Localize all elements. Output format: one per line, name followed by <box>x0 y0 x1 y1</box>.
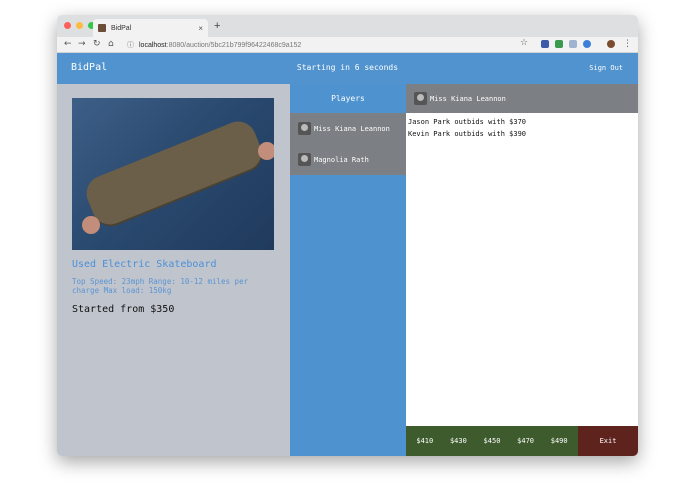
bid-button-410[interactable]: $410 <box>416 437 433 445</box>
bid-button-470[interactable]: $470 <box>517 437 534 445</box>
extension-icon[interactable] <box>555 40 563 48</box>
url-host: localhost <box>139 41 167 49</box>
player-item[interactable]: Magnolia Rath <box>290 144 406 175</box>
player-name: Miss Kiana Leannon <box>314 124 390 133</box>
player-item[interactable]: Miss Kiana Leannon <box>290 113 406 144</box>
reload-icon[interactable]: ↻ <box>93 39 101 49</box>
tab-bar: BidPal × + <box>57 15 638 37</box>
skateboard-deck <box>81 116 267 230</box>
player-name: Magnolia Rath <box>314 155 369 164</box>
bid-feed-panel: Miss Kiana Leannon Jason Park outbids wi… <box>406 84 638 456</box>
forward-icon[interactable]: → <box>78 39 86 49</box>
home-icon[interactable]: ⌂ <box>108 39 114 49</box>
extension-icon[interactable] <box>583 40 591 48</box>
menu-icon[interactable]: ⋮ <box>623 39 632 49</box>
tab-close-icon[interactable]: × <box>198 24 203 33</box>
close-window-icon[interactable] <box>64 22 71 29</box>
item-description: Top Speed: 23mph Range: 10-12 miles per … <box>72 277 249 295</box>
extension-icon[interactable] <box>569 40 577 48</box>
back-icon[interactable]: ← <box>64 39 72 49</box>
bid-bar: $410 $430 $450 $470 $490 Exit <box>406 426 638 456</box>
bid-button-490[interactable]: $490 <box>551 437 568 445</box>
address-bar: ← → ↻ ⌂ ⓘ localhost:8080/auction/5bc21b7… <box>57 37 638 53</box>
info-icon: ⓘ <box>127 41 134 49</box>
bid-button-450[interactable]: $450 <box>484 437 501 445</box>
item-starting-price: Started from $350 <box>72 304 175 315</box>
sign-out-link[interactable]: Sign Out <box>589 64 623 72</box>
auction-countdown: Starting in 6 seconds <box>296 63 399 72</box>
bid-message: Kevin Park outbids with $390 <box>408 130 527 138</box>
exit-button[interactable]: Exit <box>578 426 638 456</box>
bid-button-430[interactable]: $430 <box>450 437 467 445</box>
skateboard-wheel <box>82 216 100 234</box>
players-panel: Players Miss Kiana Leannon Magnolia Rath <box>290 84 406 456</box>
url-field[interactable]: ⓘ localhost:8080/auction/5bc21b799f96422… <box>127 39 527 51</box>
skateboard-wheel <box>258 142 274 160</box>
bookmark-star-icon[interactable]: ☆ <box>520 38 528 48</box>
window-controls <box>64 22 95 29</box>
browser-tab[interactable]: BidPal × <box>93 19 208 37</box>
favicon-icon <box>98 24 106 32</box>
avatar <box>298 122 311 135</box>
current-player-header: Miss Kiana Leannon <box>406 84 638 113</box>
app-header: BidPal Starting in 6 seconds Sign Out <box>57 53 638 84</box>
browser-window: BidPal × + ← → ↻ ⌂ ⓘ localhost:8080/auct… <box>57 15 638 456</box>
avatar <box>298 153 311 166</box>
bid-messages: Jason Park outbids with $370 Kevin Park … <box>406 113 638 143</box>
avatar <box>414 92 427 105</box>
url-path: :8080/auction/5bc21b799f96422468c9a152 <box>166 41 302 49</box>
players-heading: Players <box>331 94 365 103</box>
item-panel: Used Electric Skateboard Top Speed: 23mp… <box>57 84 290 456</box>
minimize-window-icon[interactable] <box>76 22 83 29</box>
current-player-name: Miss Kiana Leannon <box>430 94 506 103</box>
bid-options: $410 $430 $450 $470 $490 <box>406 426 578 456</box>
item-title: Used Electric Skateboard <box>72 259 217 270</box>
profile-avatar[interactable] <box>607 40 615 48</box>
bid-message: Jason Park outbids with $370 <box>408 118 527 126</box>
item-photo <box>72 98 274 250</box>
tab-title: BidPal <box>111 24 132 32</box>
extension-icon[interactable] <box>541 40 549 48</box>
new-tab-button[interactable]: + <box>214 20 220 32</box>
